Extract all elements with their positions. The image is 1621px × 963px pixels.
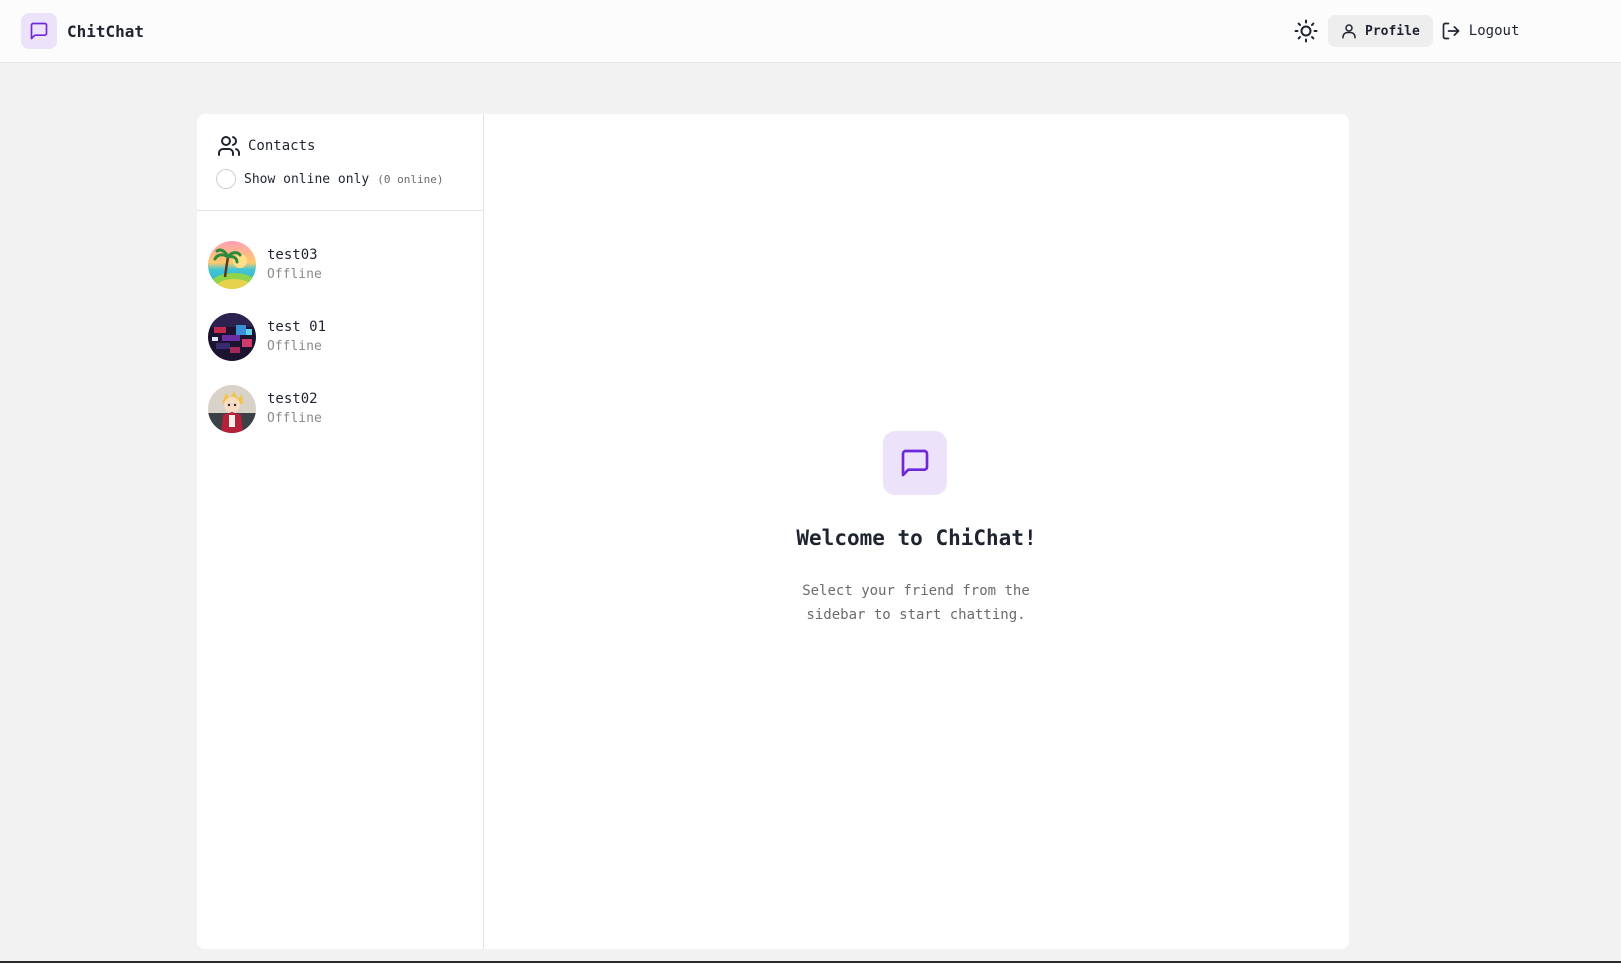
welcome-panel: Welcome to ChiChat! Select your friend f… xyxy=(484,114,1349,949)
brand[interactable]: ChitChat xyxy=(21,13,144,49)
profile-label: Profile xyxy=(1365,23,1420,39)
avatar xyxy=(208,385,256,433)
avatar xyxy=(208,241,256,289)
user-icon xyxy=(1342,24,1356,39)
logout-label: Logout xyxy=(1468,23,1520,39)
sidebar-header: Contacts Show online only (0 online) xyxy=(197,114,483,211)
contact-name: test03 xyxy=(267,247,318,263)
online-only-checkbox[interactable] xyxy=(216,169,236,189)
contact-item[interactable]: test03 Offline xyxy=(197,229,483,301)
contacts-sidebar: Contacts Show online only (0 online) tes… xyxy=(197,114,484,949)
theme-toggle-button[interactable] xyxy=(1290,15,1322,47)
app-name: ChitChat xyxy=(67,21,145,41)
contact-name: test 01 xyxy=(267,319,327,335)
header-actions: Profile Logout xyxy=(1290,15,1519,47)
online-filter[interactable]: Show online only (0 online) xyxy=(216,169,443,189)
contact-name: test02 xyxy=(267,391,318,407)
contacts-heading: Contacts xyxy=(217,134,315,158)
profile-button[interactable]: Profile xyxy=(1328,15,1433,47)
contact-item[interactable]: test02 Offline xyxy=(197,373,483,445)
online-only-label[interactable]: Show online only xyxy=(244,172,369,187)
chat-container: Contacts Show online only (0 online) tes… xyxy=(197,114,1349,949)
sun-icon xyxy=(1294,19,1318,43)
top-navbar: ChitChat Profile Logout xyxy=(0,0,1621,63)
message-square-icon xyxy=(21,13,57,49)
logout-icon xyxy=(1442,22,1460,40)
contact-status: Offline xyxy=(267,339,322,354)
contacts-title: Contacts xyxy=(248,138,316,154)
message-square-icon xyxy=(883,431,947,495)
logout-button[interactable]: Logout xyxy=(1441,15,1520,47)
welcome-title: Welcome to ChiChat! xyxy=(796,526,1037,550)
welcome-subtitle: Select your friend from the sidebar to s… xyxy=(802,583,1030,623)
contact-status: Offline xyxy=(267,267,322,282)
contact-status: Offline xyxy=(267,411,322,426)
online-count: (0 online) xyxy=(377,172,444,186)
contact-item[interactable]: test 01 Offline xyxy=(197,301,483,373)
users-icon xyxy=(218,136,240,156)
avatar xyxy=(208,313,256,361)
